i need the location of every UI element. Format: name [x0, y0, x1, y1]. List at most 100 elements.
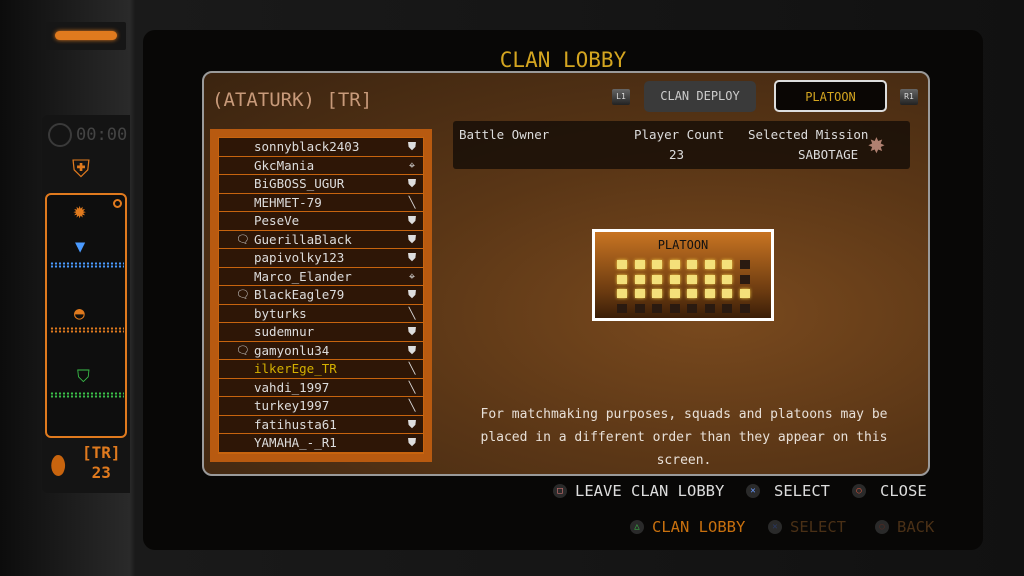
shield-class-icon: ⛊ [407, 288, 417, 301]
clan-name: (ATATURK) [TR] [212, 89, 373, 111]
clan-skull-shield-icon: ⛨ [72, 155, 90, 183]
platoon-box: PLATOON [592, 229, 774, 321]
filled-slot [722, 260, 732, 269]
square-button-icon: □ [553, 484, 567, 498]
mission-value: SABOTAGE [798, 147, 859, 162]
clan-count: 23 [91, 463, 111, 482]
filled-slot [669, 260, 680, 269]
clan-lobby-button[interactable]: △ CLAN LOBBY [630, 518, 745, 536]
member-row[interactable]: turkey1997 ╲ [219, 397, 423, 416]
empty-slot [704, 303, 715, 313]
clan-tag: [TR] 23 [82, 443, 121, 483]
member-row[interactable]: YAMAHA_-_R1 ⛊ [219, 434, 423, 453]
empty-slot [739, 274, 750, 284]
l1-button[interactable]: L1 [612, 89, 630, 105]
member-row[interactable]: vahdi_1997 ╲ [219, 378, 423, 397]
member-row[interactable]: sudemnur ⛊ [219, 323, 423, 342]
filled-slot [687, 260, 697, 269]
select-button[interactable]: ✕ SELECT [746, 482, 830, 500]
empty-slot [687, 303, 697, 313]
filled-slot [722, 274, 732, 284]
member-row[interactable]: BiGBOSS_UGUR ⛊ [219, 175, 423, 194]
cross-button-icon: ✕ [768, 520, 782, 534]
page-title: CLAN LOBBY [499, 48, 627, 72]
filled-slot [652, 274, 662, 284]
knife-class-icon: ╲ [408, 380, 416, 394]
squad-panel: ✹ ▼ ◓ ⛉ [45, 193, 127, 438]
clan-tag-text: [TR] [82, 443, 121, 462]
member-name: sudemnur [254, 324, 315, 339]
back-button[interactable]: ○ BACK [875, 518, 934, 536]
wolf-squad-icon: ◓ [74, 303, 85, 324]
member-name: turkey1997 [254, 398, 330, 413]
triangle-button-icon: △ [630, 520, 644, 534]
matchmaking-note: For matchmaking purposes, squads and pla… [480, 407, 888, 468]
member-row[interactable]: ilkerEge_TR ╲ [219, 360, 423, 379]
shield-class-icon: ⛊ [407, 251, 417, 264]
filled-slot [704, 289, 715, 298]
empty-slot [652, 303, 662, 313]
leave-clan-lobby-button[interactable]: □ LEAVE CLAN LOBBY [553, 482, 724, 500]
close-label: CLOSE [880, 482, 927, 500]
shield-class-icon: ⛊ [407, 232, 417, 246]
filled-slot [722, 289, 732, 298]
select-label: SELECT [774, 482, 830, 500]
timer: 00:00 [48, 123, 128, 147]
member-row[interactable]: 🗨 GuerillaBlack ⛊ [219, 230, 423, 249]
empty-slot [669, 303, 680, 313]
battle-info-bar: Battle Owner Player Count 23 Selected Mi… [453, 121, 910, 169]
knife-class-icon: ╲ [408, 399, 416, 412]
squad-dots-green [50, 392, 124, 398]
filled-slot [652, 289, 662, 298]
tab-clan-deploy[interactable]: CLAN DEPLOY [644, 81, 756, 112]
member-row[interactable]: GkcMania ⌖ [219, 156, 423, 175]
crosshair-class-icon: ⌖ [408, 269, 416, 283]
clan-lobby-label: CLAN LOBBY [652, 518, 746, 536]
close-button[interactable]: ○ CLOSE [852, 482, 927, 500]
member-row[interactable]: fatihusta61 ⛊ [219, 415, 423, 434]
empty-slot [617, 303, 627, 313]
select-secondary-label: SELECT [790, 518, 846, 536]
filled-slot [687, 274, 697, 284]
crosshair-class-icon: ⌖ [408, 158, 416, 172]
shield-class-icon: ⛊ [407, 140, 417, 153]
settings-dot-icon [113, 199, 122, 208]
select-secondary-button[interactable]: ✕ SELECT [768, 518, 846, 536]
member-name: vahdi_1997 [254, 379, 330, 395]
member-row[interactable]: Marco_Elander ⌖ [219, 267, 423, 286]
member-name: sonnyblack2403 [254, 139, 360, 154]
leave-label: LEAVE CLAN LOBBY [575, 482, 725, 500]
battle-owner-label: Battle Owner [459, 127, 550, 142]
tab-platoon[interactable]: PLATOON [774, 80, 887, 112]
empty-slot [739, 260, 750, 269]
platoon-slot-grid [617, 260, 750, 313]
member-row[interactable]: papivolky123 ⛊ [219, 249, 423, 268]
shield-class-icon: ⛊ [407, 177, 417, 190]
lobby-panel: (ATATURK) [TR] L1 CLAN DEPLOY PLATOON R1… [202, 71, 930, 476]
empty-slot [739, 303, 750, 313]
r1-button[interactable]: R1 [900, 89, 918, 105]
shield-class-icon: ⛊ [407, 417, 417, 431]
eagle-squad-icon: ▼ [75, 237, 86, 257]
squad-sidebar: 00:00 ⛨ ✹ ▼ ◓ ⛉ ⬮ [TR] 23 [42, 115, 130, 493]
filled-slot [652, 260, 662, 269]
filled-slot [617, 289, 627, 298]
member-name: byturks [254, 305, 307, 321]
shield-class-icon: ⛊ [407, 343, 417, 357]
player-count-value: 23 [669, 147, 685, 162]
mission-icon: ✸ [868, 127, 885, 160]
member-name: MEHMET-79 [254, 194, 322, 210]
member-row[interactable]: 🗨 BlackEagle79 ⛊ [219, 286, 423, 305]
circle-button-icon: ○ [875, 520, 889, 534]
member-name: gamyonlu34 [254, 342, 330, 358]
member-row[interactable]: 🗨 gamyonlu34 ⛊ [219, 341, 423, 360]
member-row[interactable]: sonnyblack2403 ⛊ [219, 138, 423, 157]
member-name: BiGBOSS_UGUR [254, 176, 345, 191]
filled-slot [704, 274, 715, 284]
top-indicator [46, 22, 126, 50]
back-label: BACK [897, 518, 935, 536]
member-name: Marco_Elander [254, 268, 352, 284]
member-row[interactable]: PeseVe ⛊ [219, 212, 423, 231]
member-row[interactable]: byturks ╲ [219, 304, 423, 323]
member-row[interactable]: MEHMET-79 ╲ [219, 193, 423, 212]
